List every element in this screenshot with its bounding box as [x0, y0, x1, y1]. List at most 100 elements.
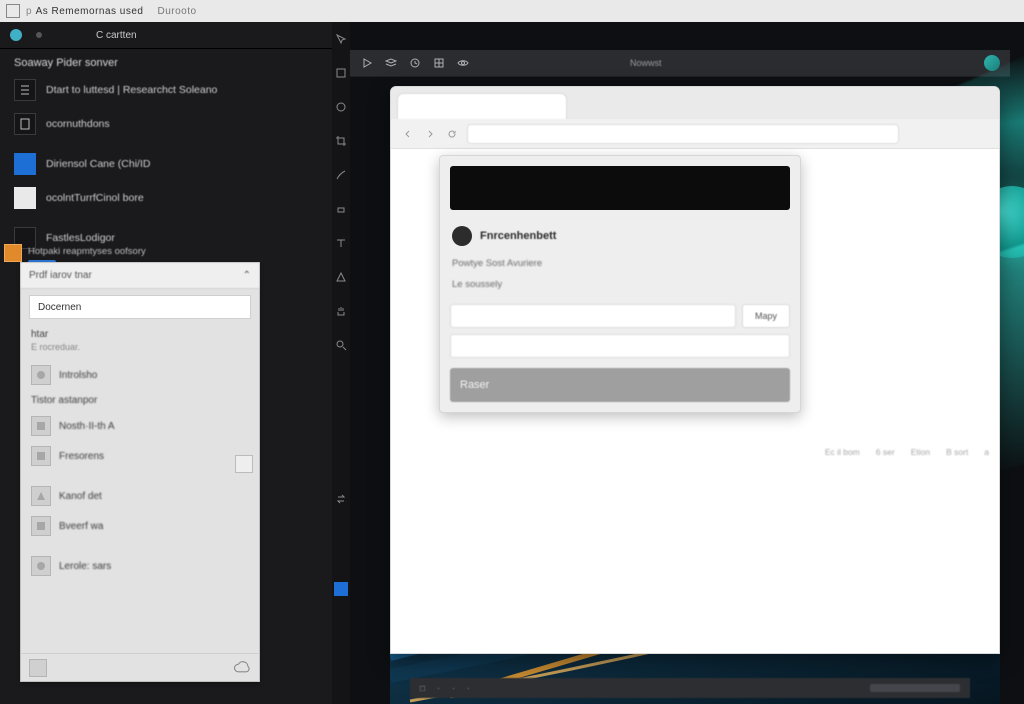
list-item-label: Nosth·II-th A	[59, 421, 115, 432]
dialog-banner	[450, 166, 790, 210]
browser-body: Fnrcenhenbett Powtye Sost Avuriere Le so…	[391, 149, 999, 653]
dialog-input-2[interactable]	[450, 334, 790, 358]
list-item-label: Bveerf wa	[59, 521, 103, 532]
properties-group: htar	[21, 325, 259, 340]
page-meta-row: Ec il bom 6 ser Etion B sort a	[571, 443, 989, 461]
left-item-3[interactable]: Diriensol Cane (Chi/ID	[0, 147, 332, 181]
list-item-label: Lerole: sars	[59, 561, 111, 572]
properties-footer	[21, 653, 259, 681]
list-item-label: Tistor astanpor	[31, 395, 97, 406]
dialog-user-row: Fnrcenhenbett	[450, 220, 790, 256]
status-item[interactable]: ·	[437, 683, 440, 693]
meta-item[interactable]: 6 ser	[876, 447, 895, 457]
properties-search[interactable]: Docernen	[29, 295, 251, 319]
browser-tab[interactable]	[397, 93, 567, 119]
left-tab-label[interactable]: C cartten	[96, 30, 137, 41]
back-icon[interactable]	[401, 127, 415, 141]
list-item[interactable]: Fresorens	[21, 441, 259, 471]
list-item[interactable]: Nosth·II-th A	[21, 411, 259, 441]
tool-crop[interactable]	[332, 124, 350, 158]
eye-icon[interactable]	[456, 56, 470, 70]
tool-swap[interactable]	[332, 482, 350, 516]
list-item[interactable]: Tistor astanpor	[21, 390, 259, 411]
dialog-line1: Powtye Sost Avuriere	[450, 256, 790, 277]
left-subheader: Hotpaki reapmtyses oofsory	[28, 246, 146, 257]
left-item-label: ocolntTurrfCinol bore	[46, 192, 144, 204]
tool-zoom[interactable]	[332, 328, 350, 362]
meta-item[interactable]: a	[984, 447, 989, 457]
dialog-submit-button[interactable]: Raser	[450, 368, 790, 402]
list-item-label: Kanof det	[59, 491, 102, 502]
meta-item[interactable]: Etion	[911, 447, 930, 457]
options-icon[interactable]	[235, 455, 253, 473]
thumbnail-icon	[31, 365, 51, 385]
status-item[interactable]: ·	[467, 683, 470, 693]
properties-header[interactable]: Prdf iarov tnar ⌃	[21, 263, 259, 289]
dialog-input-1[interactable]	[450, 304, 736, 328]
list-item[interactable]: Lerole: sars	[21, 551, 259, 581]
list-item[interactable]: Bveerf wa	[21, 511, 259, 541]
list-item[interactable]: Kanof det	[21, 481, 259, 511]
canvas-toolbar: Nowwst	[350, 50, 1010, 76]
thumbnail-icon	[31, 486, 51, 506]
ruler	[350, 76, 1010, 77]
tool-eraser[interactable]	[332, 192, 350, 226]
tool-move[interactable]	[332, 22, 350, 56]
dialog-submit-label: Raser	[460, 379, 489, 391]
properties-subtle: E rocreduar.	[21, 340, 259, 360]
search-value: Docernen	[38, 302, 81, 313]
list-item-label: Introlsho	[59, 370, 97, 381]
thumbnail-icon	[31, 516, 51, 536]
properties-list: Introlsho Tistor astanpor Nosth·II-th A …	[21, 360, 259, 653]
foreground-color-swatch[interactable]	[334, 582, 348, 596]
tag-color-swatch-icon[interactable]	[4, 244, 22, 262]
grid-icon[interactable]	[432, 56, 446, 70]
forward-icon[interactable]	[423, 127, 437, 141]
cloud-icon[interactable]	[233, 659, 251, 677]
list-item-label: Fresorens	[59, 451, 104, 462]
meta-item[interactable]: B sort	[946, 447, 968, 457]
reload-icon[interactable]	[445, 127, 459, 141]
thumbnail-icon	[31, 416, 51, 436]
os-titlebar: p As Rememornas used Durooto	[0, 0, 1024, 22]
browser-tabbar	[391, 87, 999, 119]
properties-title: Prdf iarov tnar	[29, 270, 92, 281]
app-subtitle: Durooto	[158, 6, 197, 17]
left-section-title: Soaway Pider sonver	[0, 49, 332, 73]
tool-text[interactable]	[332, 226, 350, 260]
preset-light-icon	[14, 187, 36, 209]
tool-hand[interactable]	[332, 294, 350, 328]
document-icon	[14, 113, 36, 135]
window-indicator: p	[26, 6, 32, 17]
tool-shape[interactable]	[332, 260, 350, 294]
list-item[interactable]: Introlsho	[21, 360, 259, 390]
history-icon[interactable]	[408, 56, 422, 70]
tool-brush[interactable]	[332, 158, 350, 192]
new-item-icon[interactable]	[29, 659, 47, 677]
left-item-label: Diriensol Cane (Chi/ID	[46, 158, 150, 170]
address-field[interactable]	[467, 124, 899, 144]
window-menu-icon[interactable]	[6, 4, 20, 18]
left-item-0[interactable]: Dtart to luttesd | Researchct Soleano	[0, 73, 332, 107]
dialog-small-button[interactable]: Mapy	[742, 304, 790, 328]
app-title: As Rememornas used	[36, 6, 144, 17]
tool-lasso[interactable]	[332, 90, 350, 124]
tool-select[interactable]	[332, 56, 350, 90]
avatar-icon	[452, 226, 472, 246]
left-item-label: ocornuthdons	[46, 118, 110, 130]
canvas-statusbar: □ · · ·	[410, 678, 970, 698]
status-item[interactable]: ·	[452, 683, 455, 693]
tab-dot-icon	[36, 32, 42, 38]
dialog-username: Fnrcenhenbett	[480, 230, 556, 242]
thumbnail-icon	[31, 556, 51, 576]
play-icon[interactable]	[360, 56, 374, 70]
login-dialog: Fnrcenhenbett Powtye Sost Avuriere Le so…	[439, 155, 801, 413]
left-item-4[interactable]: ocolntTurrfCinol bore	[0, 181, 332, 215]
file-list-icon	[14, 79, 36, 101]
layers-icon[interactable]	[384, 56, 398, 70]
left-item-label: Dtart to luttesd | Researchct Soleano	[46, 84, 217, 96]
collapse-icon[interactable]: ⌃	[243, 270, 251, 281]
left-item-1[interactable]: ocornuthdons	[0, 107, 332, 141]
status-item[interactable]: □	[420, 683, 425, 693]
meta-item[interactable]: Ec il bom	[825, 447, 860, 457]
